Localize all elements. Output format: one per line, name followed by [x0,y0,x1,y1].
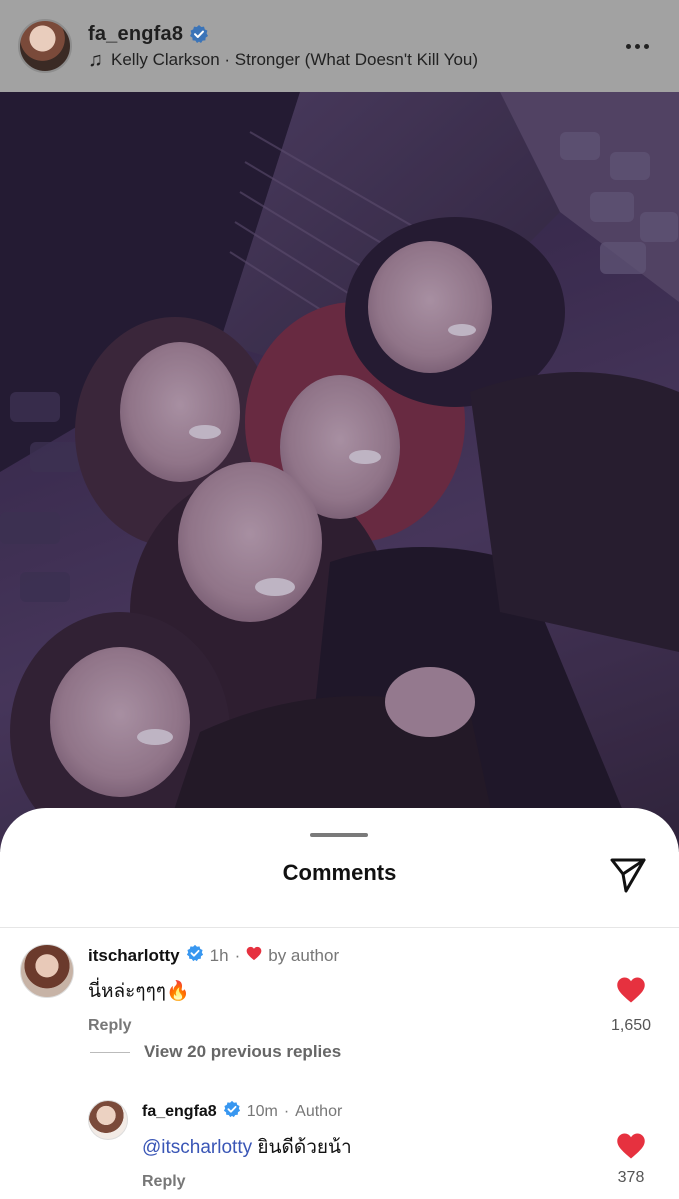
post-photo-art [0,92,679,852]
replies-line [90,1051,130,1053]
view-replies-label[interactable]: View 20 previous replies [144,1042,341,1062]
screen: fa_engfa8 ♫ Kelly Clarkson · Stronger (W… [0,0,679,1199]
comment-item: itscharlotty 1h · by author นี่หล่ะๆๆๆ🔥 … [20,944,339,1035]
commenter-avatar[interactable] [20,944,74,998]
reply-button[interactable]: Reply [142,1173,352,1191]
heart-icon[interactable] [616,977,646,1008]
comment-username[interactable]: itscharlotty [88,946,180,966]
meta-separator: · [234,945,241,965]
like-count: 1,650 [610,1017,652,1034]
sheet-divider [0,927,679,928]
heart-small-icon [246,946,262,966]
post-music-label: Kelly Clarkson · Stronger (What Doesn't … [111,49,479,69]
reply-body: fa_engfa8 10m · Author @itscharlotty ยิน… [142,1100,352,1191]
comment-text: นี่หล่ะๆๆๆ🔥 [88,981,190,1002]
verified-badge-icon [186,944,204,967]
post-username[interactable]: fa_engfa8 [88,23,183,46]
comment-time: 1h [209,945,229,965]
meta-separator: · [283,1102,290,1120]
reply-username[interactable]: fa_engfa8 [142,1103,217,1121]
more-options-icon[interactable] [617,26,657,66]
heart-icon[interactable] [616,1133,646,1164]
reply-time: 10m [246,1102,278,1120]
comment-body: itscharlotty 1h · by author นี่หล่ะๆๆๆ🔥 … [88,944,339,1035]
reply-mention[interactable]: @itscharlotty [142,1137,252,1158]
post-username-row: fa_engfa8 [88,23,617,46]
reply-like-group: 378 [601,1132,661,1187]
like-count: 378 [617,1169,645,1186]
music-note-icon: ♫ [88,48,103,71]
verified-badge-icon [189,24,209,44]
reply-meta: fa_engfa8 10m · Author [142,1100,352,1123]
comments-title: Comments [282,860,397,885]
view-replies[interactable]: View 20 previous replies [90,1042,341,1062]
post-header: fa_engfa8 ♫ Kelly Clarkson · Stronger (W… [0,0,679,92]
comment-like-group: 1,650 [601,976,661,1035]
post-author-avatar[interactable] [18,19,72,73]
paper-plane-icon[interactable] [608,855,648,895]
post-photo[interactable] [0,92,679,852]
reply-text-row: @itscharlotty ยินดีด้วยน้า [142,1132,352,1162]
reply-author-avatar[interactable] [88,1100,128,1140]
post-music-row[interactable]: ♫ Kelly Clarkson · Stronger (What Doesn'… [88,50,617,70]
reply-button[interactable]: Reply [88,1017,339,1035]
liked-by-author-label: by author [268,945,340,965]
sheet-grabber[interactable] [310,833,368,837]
post-header-text: fa_engfa8 ♫ Kelly Clarkson · Stronger (W… [88,23,617,70]
comment-meta: itscharlotty 1h · by author [88,944,339,967]
reply-text: ยินดีด้วยน้า [257,1137,352,1158]
verified-badge-icon [223,1100,241,1123]
reply-item: fa_engfa8 10m · Author @itscharlotty ยิน… [88,1100,352,1191]
author-badge: Author [295,1102,343,1120]
